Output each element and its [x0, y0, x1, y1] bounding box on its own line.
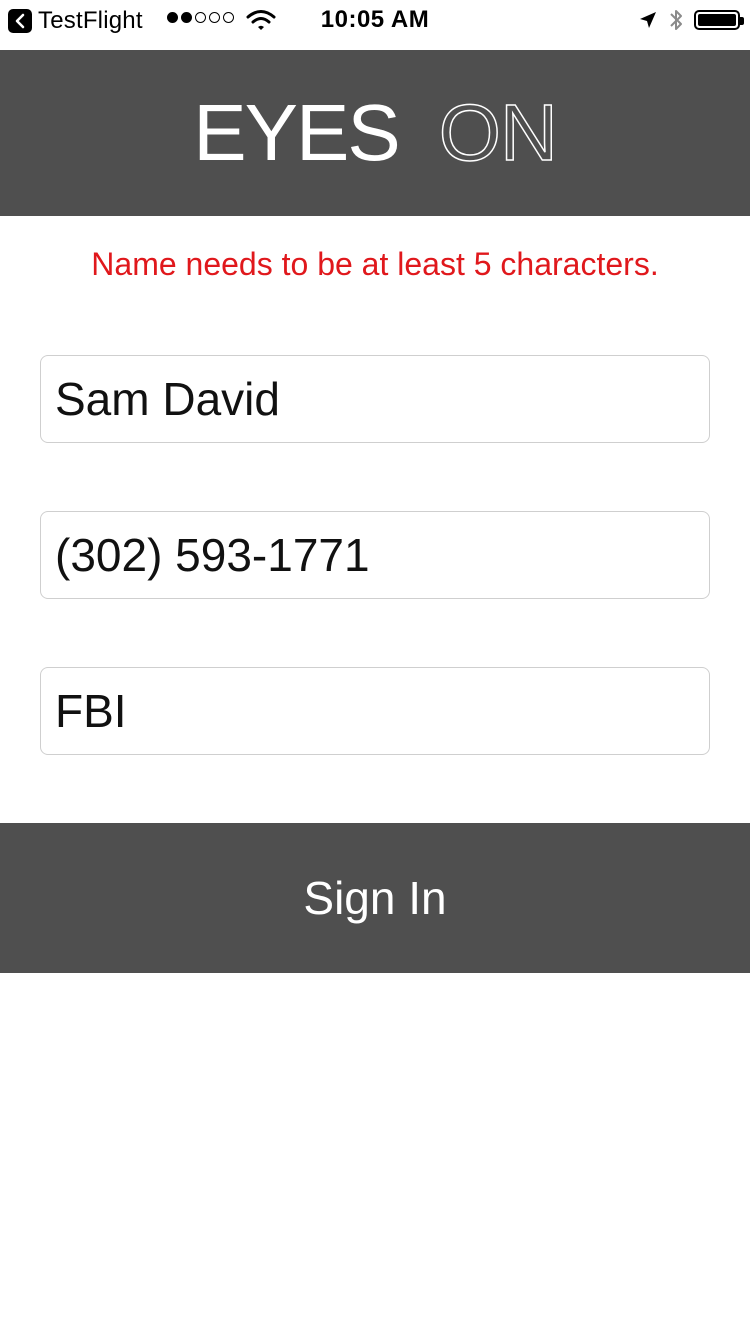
location-arrow-icon [640, 12, 656, 28]
validation-error-message: Name needs to be at least 5 characters. [91, 246, 659, 282]
phone-field-value: (302) 593-1771 [55, 529, 370, 581]
battery-level [698, 14, 736, 26]
battery-icon [694, 10, 744, 30]
app-logo: EYES ON [193, 87, 559, 179]
battery-cap [740, 17, 744, 25]
status-bar: TestFlight 10:05 AM [0, 0, 750, 40]
app-header: EYES ON [0, 50, 750, 216]
status-right-icons [638, 7, 744, 33]
logo-word-on: ON [438, 87, 559, 178]
sign-in-button[interactable]: Sign In [0, 823, 750, 973]
bluetooth-icon [670, 10, 682, 30]
logo-word-eyes: EYES [193, 88, 400, 177]
agency-field[interactable]: FBI [40, 667, 710, 755]
name-field[interactable]: Sam David [40, 355, 710, 443]
agency-field-value: FBI [55, 685, 127, 737]
sign-in-label: Sign In [303, 872, 447, 924]
phone-field[interactable]: (302) 593-1771 [40, 511, 710, 599]
name-field-value: Sam David [55, 373, 280, 425]
